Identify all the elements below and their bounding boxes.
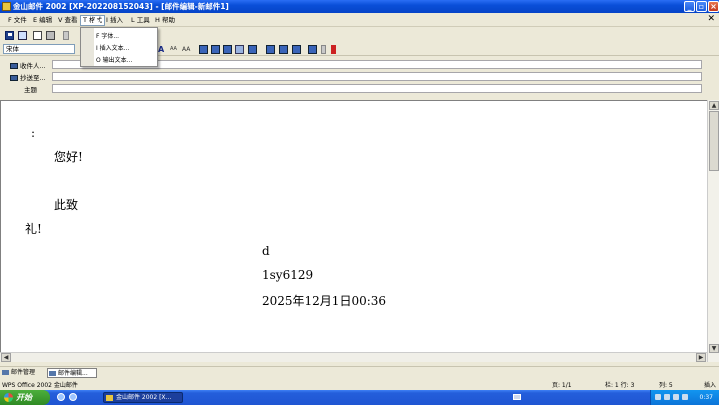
subject-label: 主题: [24, 86, 37, 94]
menu-view[interactable]: V 查看: [56, 15, 80, 26]
taskbar: 开始 金山邮件 2002 [X... 0:37: [0, 390, 719, 405]
status-page: 页: 1/1: [552, 382, 572, 389]
scroll-down-icon[interactable]: ▼: [709, 344, 719, 353]
font-grow-icon[interactable]: AA: [182, 45, 192, 54]
align-right-icon[interactable]: [223, 45, 232, 54]
menu-gutter: [81, 28, 94, 66]
menu-edit[interactable]: E 编辑: [31, 15, 54, 26]
status-bar: WPS Office 2002 金山邮件 页: 1/1 栏: 1 行: 3 列:…: [0, 379, 719, 389]
volume-icon[interactable]: [673, 394, 679, 400]
separator-icon: [63, 31, 69, 40]
tab-mail-manage[interactable]: 邮件管理: [1, 368, 37, 378]
body-line: d: [262, 244, 270, 258]
menu-item-insert-text[interactable]: I 插入文本...: [96, 43, 129, 52]
insert-image-icon[interactable]: [248, 45, 257, 54]
status-mode: 插入: [704, 382, 717, 389]
horizontal-scrollbar[interactable]: ◀ ▶: [0, 352, 707, 362]
tab-mail-edit[interactable]: 邮件编辑...: [47, 368, 97, 378]
scroll-right-icon[interactable]: ▶: [696, 353, 706, 362]
scroll-left-icon[interactable]: ◀: [1, 353, 11, 362]
font-shrink-icon[interactable]: AA: [170, 45, 180, 54]
priority-icon[interactable]: [331, 45, 336, 54]
status-app: WPS Office 2002 金山邮件: [2, 382, 78, 389]
windows-logo-icon: [4, 393, 13, 402]
menu-file[interactable]: F 文件: [6, 15, 29, 26]
body-line: 1sy6129: [262, 268, 314, 282]
menu-insert[interactable]: I 插入: [104, 15, 125, 26]
mail-app-icon: [106, 395, 113, 401]
edit-mail-icon: [49, 371, 56, 376]
menu-item-export-text[interactable]: O 输出文本...: [96, 55, 132, 64]
contacts-icon: [10, 75, 18, 81]
cc-field[interactable]: [52, 72, 702, 81]
table-icon[interactable]: [279, 45, 288, 54]
scroll-up-icon[interactable]: ▲: [709, 101, 719, 110]
mail-icon: [2, 370, 9, 375]
title-bar: 金山邮件 2002 [XP-202208152043] - [邮件编辑-新邮件1…: [0, 0, 719, 13]
display-icon[interactable]: [664, 394, 670, 400]
system-tray: 0:37: [650, 390, 719, 405]
close-button[interactable]: ×: [708, 1, 719, 12]
menu-item-font[interactable]: F 字体...: [96, 31, 119, 40]
desktop-icon[interactable]: [69, 393, 77, 401]
attach-icon[interactable]: [321, 45, 326, 54]
edit-icon[interactable]: [18, 31, 27, 40]
align-center-icon[interactable]: [211, 45, 220, 54]
link-icon[interactable]: [266, 45, 275, 54]
status-line: 栏: 1 行: 3: [605, 382, 635, 389]
contacts-icon: [10, 63, 18, 69]
scroll-thumb[interactable]: [709, 111, 719, 171]
body-line: 您好!: [54, 150, 83, 164]
menu-tools[interactable]: L 工具: [129, 15, 152, 26]
body-line: 礼!: [25, 222, 42, 236]
mouse-cursor-icon: [93, 16, 99, 23]
network-icon[interactable]: [655, 394, 661, 400]
menu-bar: F 文件 E 编辑 V 查看 T 格式 I 插入 L 工具 H 帮助 ✕: [0, 14, 719, 27]
window-title: 金山邮件 2002 [XP-202208152043] - [邮件编辑-新邮件1…: [13, 2, 229, 11]
line-icon[interactable]: [292, 45, 301, 54]
print-icon[interactable]: [46, 31, 55, 40]
document-close-icon[interactable]: ✕: [707, 14, 715, 24]
body-line: 此致: [54, 198, 79, 212]
signature-icon[interactable]: [308, 45, 317, 54]
preview-icon[interactable]: [33, 31, 42, 40]
taskbar-item-kingsoft-mail[interactable]: 金山邮件 2002 [X...: [103, 392, 183, 403]
app-icon[interactable]: [2, 2, 11, 11]
menu-help[interactable]: H 帮助: [153, 15, 177, 26]
minimize-button[interactable]: _: [684, 1, 695, 12]
align-left-icon[interactable]: [199, 45, 208, 54]
keyboard-icon[interactable]: [513, 394, 521, 400]
font-color-icon[interactable]: A: [158, 45, 167, 54]
status-column: 列: 5: [659, 382, 673, 389]
cc-label[interactable]: 抄送至...: [10, 72, 46, 82]
to-label[interactable]: 收件人...: [10, 60, 46, 70]
justify-icon[interactable]: [235, 45, 244, 54]
start-button[interactable]: 开始: [0, 390, 50, 405]
body-line: 2025年12月1日00:36: [262, 294, 387, 308]
body-line: :: [31, 126, 36, 140]
view-tabs: 邮件管理 邮件编辑...: [0, 366, 719, 378]
format-menu-dropdown: F 字体... I 插入文本... O 输出文本...: [80, 27, 158, 67]
clock[interactable]: 0:37: [700, 394, 713, 401]
antivirus-icon[interactable]: [682, 394, 688, 400]
save-icon[interactable]: [5, 31, 14, 40]
font-select[interactable]: 宋体: [3, 44, 75, 54]
compose-editor[interactable]: : 您好! 此致 礼! d 1sy6129 2025年12月1日00:36: [0, 100, 707, 352]
vertical-scrollbar[interactable]: ▲ ▼: [707, 100, 719, 362]
subject-field[interactable]: [52, 84, 702, 93]
maximize-button[interactable]: ▫: [696, 1, 707, 12]
ie-icon[interactable]: [57, 393, 65, 401]
